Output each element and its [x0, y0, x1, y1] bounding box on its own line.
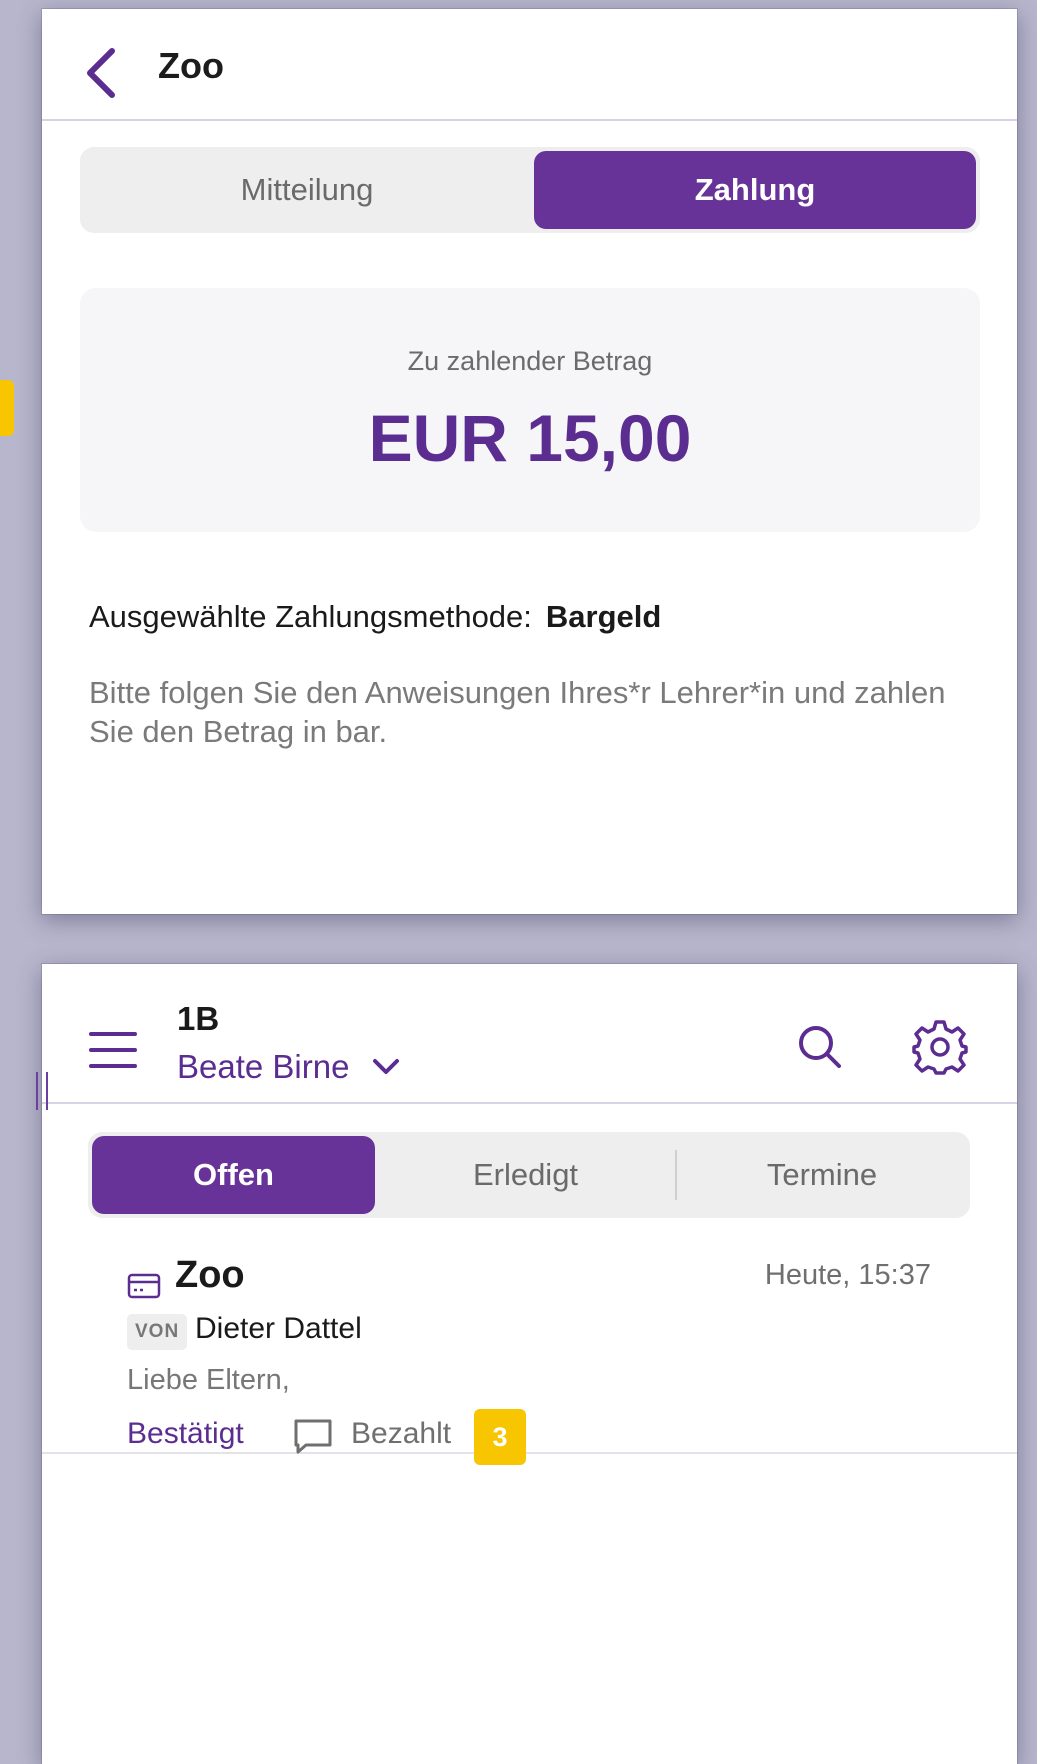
item-preview: Liebe Eltern,	[127, 1364, 290, 1396]
list-screen: 1B Beate Birne Offen Erledigt Termine Zo…	[42, 964, 1017, 1764]
tab-message[interactable]: Mitteilung	[84, 151, 530, 229]
chevron-down-icon	[373, 1059, 400, 1074]
payment-detail-screen: Zoo Mitteilung Zahlung Zu zahlender Betr…	[42, 9, 1017, 914]
unread-marker	[36, 1072, 48, 1110]
payment-method-value: Bargeld	[545, 599, 662, 634]
credit-card-icon	[127, 1273, 161, 1304]
list-item[interactable]: Zoo Heute, 15:37 VON Dieter Dattel Liebe…	[42, 1232, 1017, 1465]
tab-payment[interactable]: Zahlung	[534, 151, 976, 229]
search-button[interactable]	[797, 1024, 843, 1075]
from-badge: VON	[127, 1314, 188, 1350]
amount-value: EUR 15,00	[368, 401, 692, 475]
side-notification-tab	[0, 380, 14, 436]
segment-divider	[675, 1150, 677, 1200]
list-header: 1B Beate Birne	[42, 964, 1017, 1104]
list-segmented-control: Offen Erledigt Termine	[88, 1132, 970, 1218]
comment-icon	[292, 1417, 334, 1460]
payment-method: Ausgewählte Zahlungsmethode: Bargeld	[89, 599, 661, 635]
class-name: 1B	[177, 1000, 220, 1037]
count-badge: 3	[474, 1409, 526, 1465]
chevron-left-icon	[87, 48, 115, 98]
tab-done[interactable]: Erledigt	[379, 1136, 672, 1214]
item-sender: Dieter Dattel	[195, 1312, 362, 1345]
payment-hint: Bitte folgen Sie den Anweisungen Ihres*r…	[89, 675, 946, 749]
status-paid: Bezahlt	[351, 1417, 452, 1450]
detail-header: Zoo	[42, 9, 1017, 121]
user-name: Beate Birne	[177, 1048, 350, 1085]
gear-icon	[912, 1020, 968, 1075]
tab-open[interactable]: Offen	[92, 1136, 375, 1214]
back-button[interactable]	[82, 43, 122, 103]
payment-method-label: Ausgewählte Zahlungsmethode:	[89, 599, 532, 634]
item-title: Zoo	[175, 1254, 245, 1296]
tab-dates[interactable]: Termine	[678, 1136, 966, 1214]
detail-segmented-control: Mitteilung Zahlung	[80, 147, 980, 233]
amount-box: Zu zahlender Betrag EUR 15,00	[80, 288, 980, 532]
settings-button[interactable]	[911, 1018, 969, 1081]
search-icon	[799, 1026, 841, 1068]
amount-label: Zu zahlender Betrag	[407, 346, 653, 376]
user-selector[interactable]: Beate Birne	[177, 1048, 401, 1086]
hamburger-menu-icon[interactable]	[89, 1032, 137, 1068]
item-timestamp: Heute, 15:37	[764, 1259, 931, 1291]
page-title: Zoo	[158, 45, 224, 86]
status-confirmed: Bestätigt	[127, 1417, 244, 1450]
